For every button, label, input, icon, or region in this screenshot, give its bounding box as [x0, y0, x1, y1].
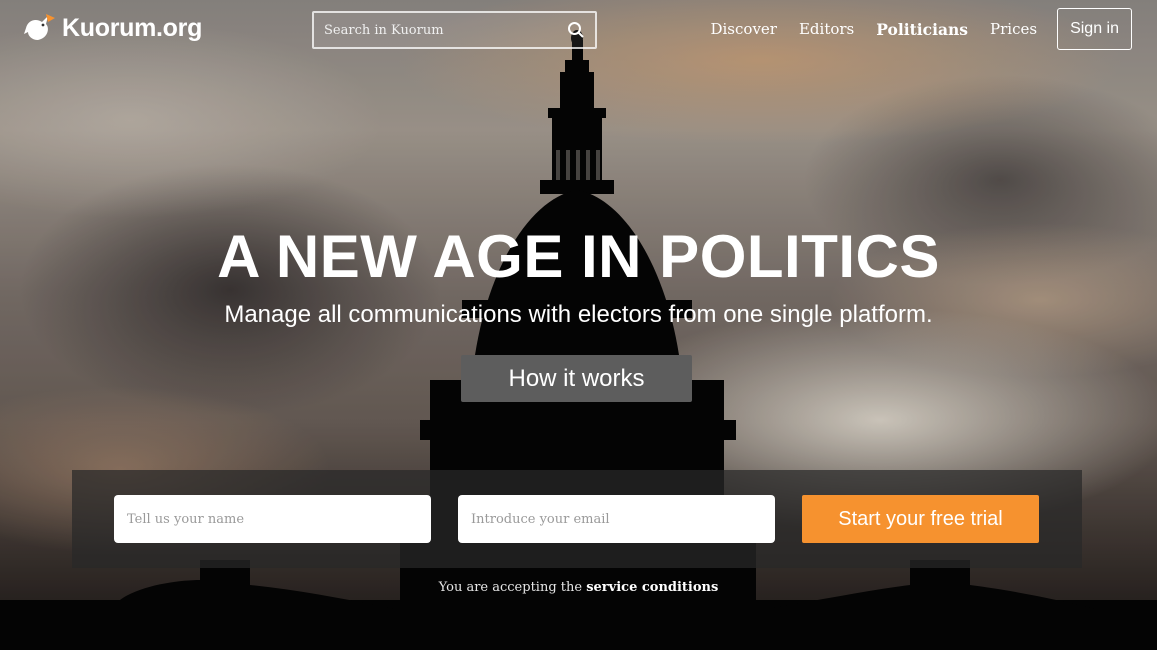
name-field[interactable] — [114, 495, 431, 543]
service-conditions-link[interactable]: service conditions — [586, 580, 718, 595]
start-free-trial-button[interactable]: Start your free trial — [802, 495, 1039, 543]
nav-prices[interactable]: Prices — [990, 20, 1037, 38]
sign-in-button[interactable]: Sign in — [1057, 8, 1132, 50]
search-input[interactable] — [324, 22, 567, 38]
logo-text: Kuorum.org — [62, 13, 203, 42]
search-icon[interactable] — [567, 21, 585, 39]
email-field[interactable] — [458, 495, 775, 543]
signup-bar: Start your free trial — [72, 470, 1082, 568]
terms-prefix: You are accepting the — [438, 580, 583, 595]
how-it-works-button[interactable]: How it works — [461, 355, 692, 402]
hero-title: A NEW AGE IN POLITICS — [217, 223, 940, 290]
nav-editors[interactable]: Editors — [799, 20, 854, 38]
hero-subtitle: Manage all communications with electors … — [224, 301, 933, 328]
nav-politicians[interactable]: Politicians — [876, 20, 968, 39]
top-nav: Discover Editors Politicians Prices Sign… — [710, 8, 1132, 50]
nav-discover[interactable]: Discover — [710, 20, 776, 38]
bird-icon — [24, 14, 55, 40]
search-box[interactable] — [312, 11, 597, 49]
logo[interactable]: Kuorum.org — [22, 10, 202, 46]
terms-text: You are accepting the service conditions — [0, 580, 1157, 595]
